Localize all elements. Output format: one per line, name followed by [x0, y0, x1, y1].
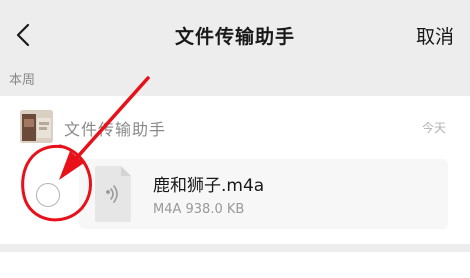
message-item: 文件传输助手 今天 鹿和狮子.m4a M4A 938.0 KB	[0, 96, 470, 244]
select-radio[interactable]	[36, 183, 60, 207]
cancel-button[interactable]: 取消	[416, 22, 454, 49]
section-header: 本周	[9, 73, 36, 88]
file-card[interactable]: 鹿和狮子.m4a M4A 938.0 KB	[79, 159, 448, 229]
audio-file-icon	[95, 166, 131, 222]
avatar	[20, 110, 53, 143]
file-meta: M4A 938.0 KB	[153, 202, 245, 217]
message-time: 今天	[421, 121, 446, 135]
top-bar: 文件传输助手 取消	[0, 0, 470, 70]
next-item-strip	[0, 252, 470, 278]
page-title: 文件传输助手	[174, 26, 295, 48]
sender-name: 文件传输助手	[64, 120, 167, 139]
file-name: 鹿和狮子.m4a	[153, 176, 265, 196]
